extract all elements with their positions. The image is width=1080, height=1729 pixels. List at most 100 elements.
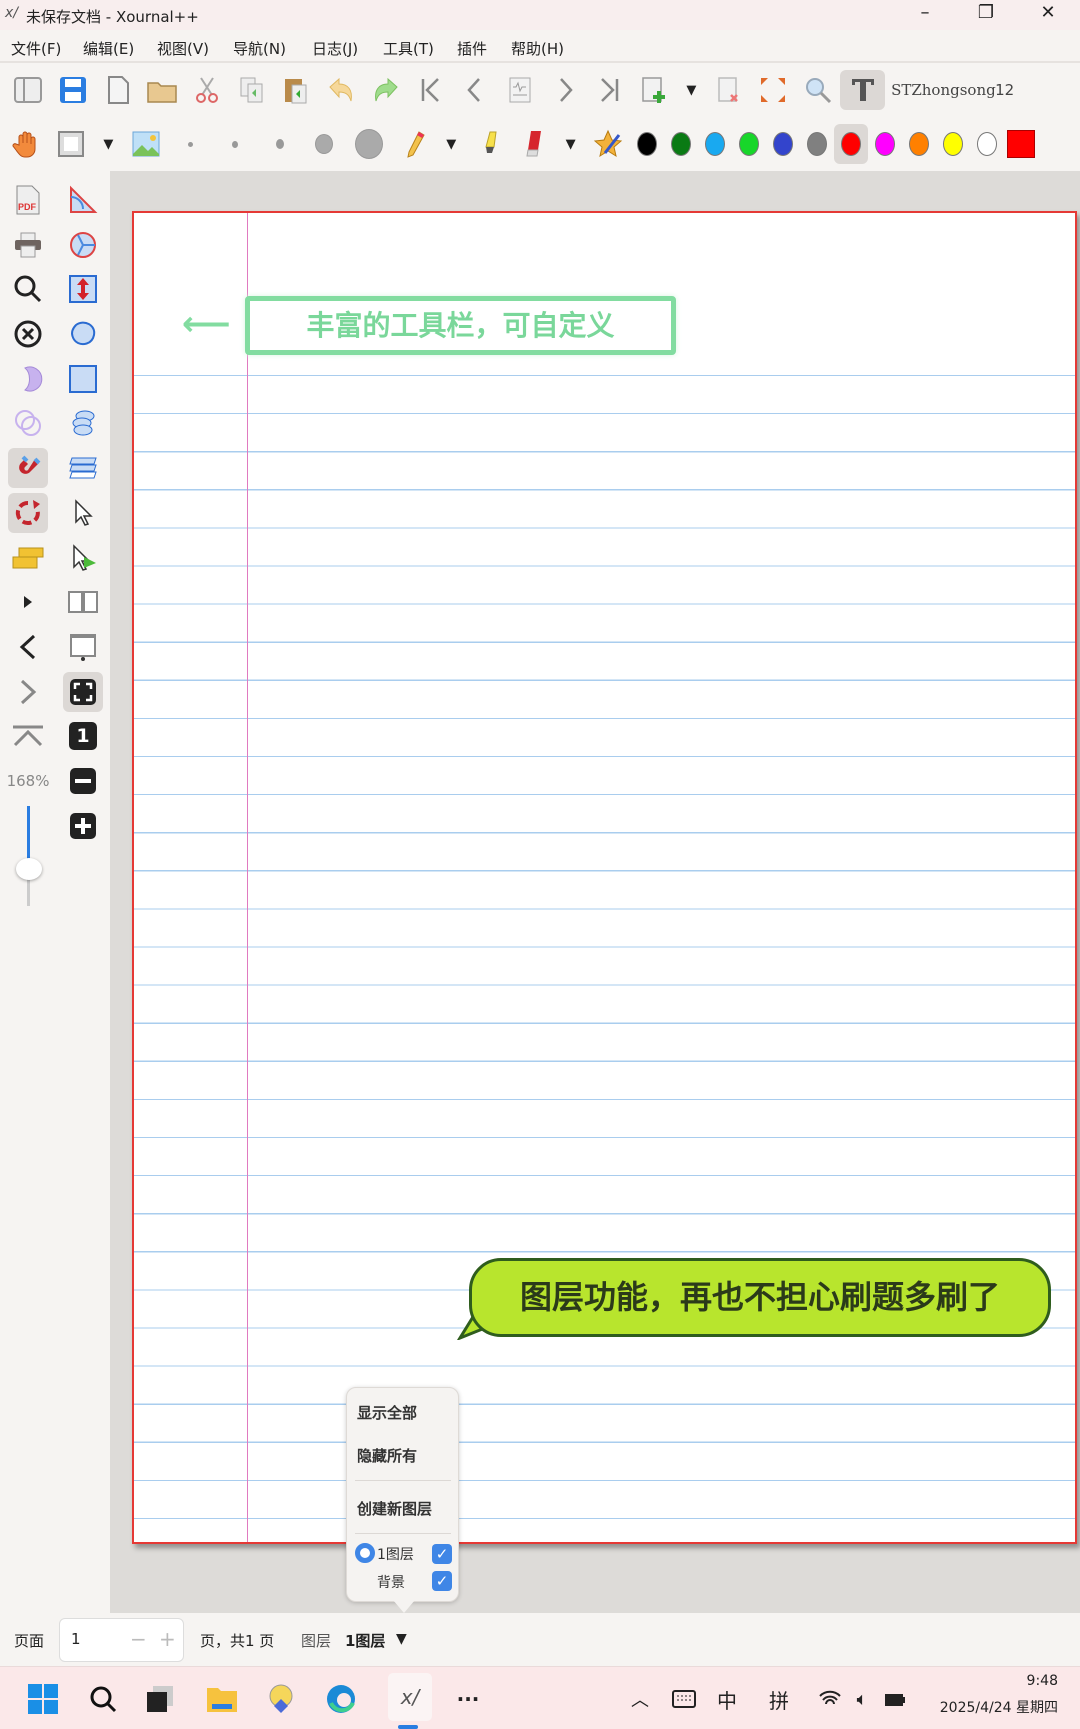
search-icon[interactable] — [8, 269, 48, 309]
color-black[interactable] — [630, 124, 664, 164]
sidebar-toggle-icon[interactable] — [6, 70, 51, 110]
shape-recognizer-icon[interactable] — [8, 359, 48, 399]
zoom-100-button[interactable]: 1 — [63, 716, 103, 756]
hide-all-layers-item[interactable]: 隐藏所有 — [357, 1445, 417, 1466]
menu-tools[interactable]: 工具(T) — [383, 38, 434, 59]
compass-icon[interactable] — [63, 225, 103, 265]
zoom-in-icon[interactable] — [63, 806, 103, 846]
menu-help[interactable]: 帮助(H) — [511, 38, 564, 59]
open-folder-icon[interactable] — [140, 70, 185, 110]
rotation-snap-icon[interactable] — [8, 492, 48, 533]
goto-page-icon[interactable] — [498, 70, 543, 110]
minimize-button[interactable]: – — [905, 2, 945, 28]
clock-time[interactable]: 9:48 — [1027, 1673, 1058, 1689]
select-object-icon[interactable] — [63, 538, 103, 578]
multi-layer-select-icon[interactable] — [63, 403, 103, 443]
color-orange[interactable] — [902, 124, 936, 164]
close-button[interactable]: ✕ — [1028, 2, 1068, 28]
page-number-spinner[interactable]: 1 − + — [59, 1618, 184, 1662]
layer-1-radio[interactable] — [355, 1543, 375, 1563]
pen-size-very-thick-icon[interactable] — [347, 124, 392, 164]
pointer-icon[interactable] — [63, 493, 103, 533]
rectangle-select-icon[interactable] — [63, 359, 103, 399]
close-circle-icon[interactable] — [8, 314, 48, 354]
xournal-taskbar-icon[interactable]: x/ — [388, 1673, 432, 1721]
scroll-to-top-icon[interactable] — [8, 716, 48, 756]
highlighter-tool-icon[interactable] — [466, 124, 511, 164]
forward-icon[interactable] — [8, 672, 48, 712]
zoom-fit-page-icon[interactable] — [63, 671, 103, 712]
page-increment-button[interactable]: + — [159, 1627, 176, 1651]
edge-browser-icon[interactable] — [321, 1679, 361, 1719]
pen-dropdown-icon[interactable]: ▼ — [436, 124, 466, 164]
clock-date[interactable]: 2025/4/24 星期四 — [940, 1697, 1058, 1717]
zoom-slider[interactable] — [8, 805, 48, 906]
text-tool-icon[interactable] — [840, 70, 886, 110]
select-tool-star-icon[interactable] — [586, 124, 631, 164]
battery-icon[interactable] — [875, 1679, 915, 1719]
keyboard-icon[interactable] — [664, 1679, 704, 1719]
menu-journal[interactable]: 日志(J) — [312, 38, 358, 59]
menu-edit[interactable]: 编辑(E) — [83, 38, 134, 59]
color-blue[interactable] — [766, 124, 800, 164]
ime-mode-indicator[interactable]: 拼 — [759, 1679, 799, 1719]
last-page-icon[interactable] — [587, 70, 632, 110]
background-visible-checkbox[interactable]: ✓ — [432, 1571, 452, 1591]
zoom-fit-icon[interactable] — [796, 70, 841, 110]
new-document-icon[interactable] — [95, 70, 140, 110]
color-light-green[interactable] — [732, 124, 766, 164]
magnet-snap-icon[interactable] — [8, 448, 48, 489]
ime-language-indicator[interactable]: 中 — [707, 1679, 747, 1719]
copy-icon[interactable] — [229, 70, 274, 110]
vertical-space-icon[interactable] — [63, 269, 103, 309]
redo-icon[interactable] — [364, 70, 409, 110]
page-decrement-button[interactable]: − — [130, 1627, 147, 1651]
font-name-button[interactable]: STZhongsong — [885, 81, 996, 99]
menu-view[interactable]: 视图(V) — [157, 38, 209, 59]
previous-page-icon[interactable] — [453, 70, 498, 110]
undo-icon[interactable] — [319, 70, 364, 110]
task-view-icon[interactable] — [140, 1679, 180, 1719]
pen-size-very-fine-icon[interactable] — [168, 124, 213, 164]
export-pdf-icon[interactable]: PDF — [8, 180, 48, 220]
page-background-icon[interactable] — [49, 124, 94, 164]
font-size-value[interactable]: 12 — [995, 81, 1025, 99]
pencil-tool-icon[interactable] — [392, 124, 437, 164]
custom-color-button[interactable] — [1004, 124, 1038, 164]
hand-tool-icon[interactable] — [4, 124, 49, 164]
layers-icon[interactable] — [63, 448, 103, 488]
maps-app-icon[interactable] — [261, 1679, 301, 1719]
fullscreen-icon[interactable] — [751, 70, 796, 110]
color-magenta[interactable] — [868, 124, 902, 164]
color-green[interactable] — [664, 124, 698, 164]
restore-button[interactable]: ❐ — [966, 2, 1006, 28]
presentation-mode-icon[interactable] — [63, 627, 103, 667]
tray-overflow-icon[interactable]: ︿ — [620, 1679, 660, 1719]
setsquare-icon[interactable] — [63, 180, 103, 220]
color-yellow[interactable] — [936, 124, 970, 164]
notebook-page[interactable] — [132, 211, 1077, 1544]
page-background-dropdown-icon[interactable]: ▼ — [93, 124, 123, 164]
layer-select[interactable]: 1图层 — [345, 1630, 385, 1651]
back-icon[interactable] — [8, 627, 48, 667]
more-apps-button[interactable]: ··· — [448, 1679, 488, 1719]
insert-page-dropdown-icon[interactable]: ▼ — [676, 70, 706, 110]
cut-icon[interactable] — [185, 70, 230, 110]
pen-size-thick-icon[interactable] — [302, 124, 347, 164]
paste-icon[interactable] — [274, 70, 319, 110]
show-all-layers-item[interactable]: 显示全部 — [357, 1402, 417, 1423]
ruler-text-icon[interactable] — [8, 538, 48, 578]
file-explorer-icon[interactable] — [202, 1679, 242, 1719]
menu-plugins[interactable]: 插件 — [457, 38, 487, 59]
color-gray[interactable] — [800, 124, 834, 164]
lasso-select-icon[interactable] — [63, 314, 103, 354]
start-windows-icon[interactable] — [23, 1679, 63, 1719]
pen-size-fine-icon[interactable] — [213, 124, 258, 164]
delete-page-icon[interactable] — [706, 70, 751, 110]
page-number-input[interactable]: 1 — [71, 1630, 81, 1648]
insert-page-icon[interactable] — [632, 70, 677, 110]
layer-1-visible-checkbox[interactable]: ✓ — [432, 1544, 452, 1564]
next-page-icon[interactable] — [542, 70, 587, 110]
zoom-slider-handle[interactable] — [16, 857, 42, 880]
print-icon[interactable] — [8, 225, 48, 265]
